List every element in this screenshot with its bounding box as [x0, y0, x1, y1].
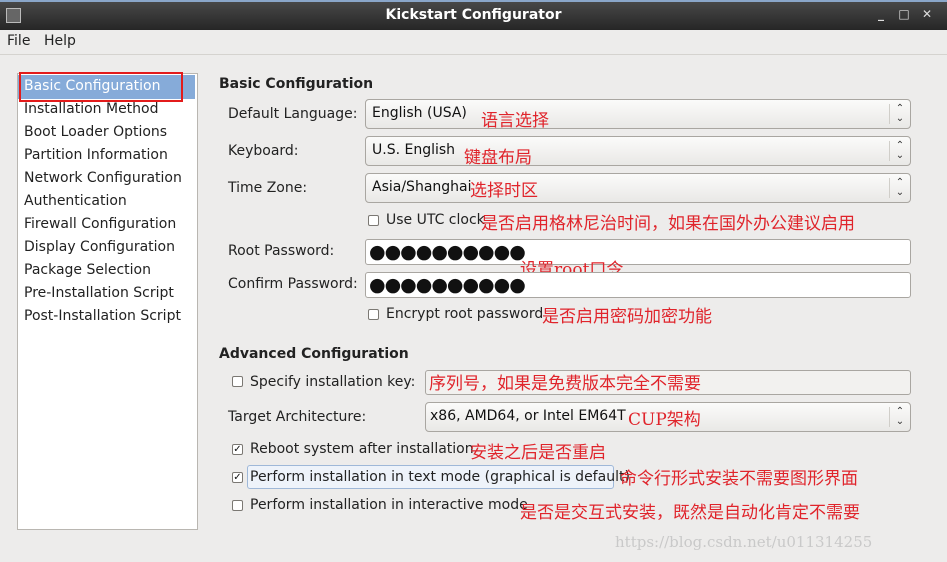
interactive-mode-label: Perform installation in interactive mode: [250, 497, 528, 513]
minimize-icon[interactable]: _: [872, 7, 890, 23]
default-language-combo[interactable]: English (USA) ⌃ ⌄: [365, 99, 911, 129]
default-language-label: Default Language:: [228, 106, 358, 122]
target-architecture-label: Target Architecture:: [228, 409, 367, 425]
reboot-checkbox[interactable]: ✓: [232, 444, 243, 455]
text-mode-checkbox[interactable]: ✓: [232, 472, 243, 483]
watermark: https://blog.csdn.net/u011314255: [615, 533, 873, 551]
confirm-password-value: ●●●●●●●●●●: [369, 274, 526, 296]
sidebar-item-firewall-configuration[interactable]: Firewall Configuration: [24, 214, 176, 235]
annotation-keyboard: 键盘布局: [464, 148, 532, 168]
root-password-input[interactable]: ●●●●●●●●●●: [365, 239, 911, 265]
install-key-checkbox[interactable]: [232, 376, 243, 387]
sidebar-item-basic-configuration[interactable]: Basic Configuration: [24, 76, 160, 97]
annotation-interactive: 是否是交互式安装，既然是自动化肯定不需要: [520, 503, 860, 523]
keyboard-value: U.S. English: [372, 142, 456, 158]
menu-file[interactable]: File: [7, 33, 30, 49]
window-titlebar[interactable]: Kickstart Configurator _ □ ✕: [0, 0, 947, 30]
timezone-combo[interactable]: Asia/Shanghai ⌃ ⌄: [365, 173, 911, 203]
updown-arrow-icon: ⌃ ⌄: [889, 104, 910, 124]
sidebar-item-display-configuration[interactable]: Display Configuration: [24, 237, 175, 258]
menubar: File Help: [0, 30, 947, 55]
sidebar-item-authentication[interactable]: Authentication: [24, 191, 127, 212]
updown-arrow-icon: ⌃ ⌄: [889, 141, 910, 161]
annotation-reboot: 安装之后是否重启: [470, 443, 606, 463]
checkmark-icon: ✓: [233, 472, 242, 483]
default-language-value: English (USA): [372, 105, 467, 121]
encrypt-root-password-checkbox[interactable]: [368, 309, 379, 320]
close-icon[interactable]: ✕: [918, 7, 936, 23]
annotation-install-key: 序列号，如果是免费版本完全不需要: [429, 374, 701, 394]
encrypt-root-password-label: Encrypt root password: [386, 306, 544, 322]
updown-arrow-icon: ⌃ ⌄: [889, 407, 910, 427]
sidebar-item-post-installation-script[interactable]: Post-Installation Script: [24, 306, 181, 327]
sidebar-item-installation-method[interactable]: Installation Method: [24, 99, 159, 120]
utc-checkbox[interactable]: [368, 215, 379, 226]
annotation-language: 语言选择: [481, 111, 549, 131]
reboot-label: Reboot system after installation: [250, 441, 474, 457]
annotation-text-mode: 命令行形式安装不需要图形界面: [620, 469, 858, 489]
confirm-password-label: Confirm Password:: [228, 276, 358, 292]
utc-label: Use UTC clock: [386, 212, 485, 228]
root-password-value: ●●●●●●●●●●: [369, 241, 526, 263]
maximize-icon[interactable]: □: [895, 7, 913, 23]
annotation-utc: 是否启用格林尼治时间，如果在国外办公建议启用: [481, 214, 855, 234]
install-key-label: Specify installation key:: [250, 374, 416, 390]
text-mode-label: Perform installation in text mode (graph…: [250, 469, 630, 485]
updown-arrow-icon: ⌃ ⌄: [889, 178, 910, 198]
menu-help[interactable]: Help: [44, 33, 76, 49]
annotation-arch: CUP架构: [628, 410, 701, 430]
advanced-configuration-heading: Advanced Configuration: [219, 346, 409, 362]
confirm-password-input[interactable]: ●●●●●●●●●●: [365, 272, 911, 298]
sidebar-item-package-selection[interactable]: Package Selection: [24, 260, 151, 281]
checkmark-icon: ✓: [233, 444, 242, 455]
sidebar: Basic Configuration Installation Method …: [17, 72, 198, 530]
annotation-timezone: 选择时区: [470, 181, 538, 201]
basic-configuration-heading: Basic Configuration: [219, 76, 374, 92]
timezone-label: Time Zone:: [228, 180, 308, 196]
sidebar-item-partition-information[interactable]: Partition Information: [24, 145, 168, 166]
keyboard-combo[interactable]: U.S. English ⌃ ⌄: [365, 136, 911, 166]
root-password-label: Root Password:: [228, 243, 335, 259]
interactive-mode-checkbox[interactable]: [232, 500, 243, 511]
target-architecture-value: x86, AMD64, or Intel EM64T: [430, 408, 626, 424]
top-accent-strip: [0, 0, 947, 2]
sidebar-item-pre-installation-script[interactable]: Pre-Installation Script: [24, 283, 174, 304]
annotation-encrypt: 是否启用密码加密功能: [542, 307, 712, 327]
window-title: Kickstart Configurator: [385, 7, 562, 23]
sidebar-item-boot-loader-options[interactable]: Boot Loader Options: [24, 122, 167, 143]
keyboard-label: Keyboard:: [228, 143, 299, 159]
timezone-value: Asia/Shanghai: [372, 179, 472, 195]
sidebar-item-network-configuration[interactable]: Network Configuration: [24, 168, 182, 189]
